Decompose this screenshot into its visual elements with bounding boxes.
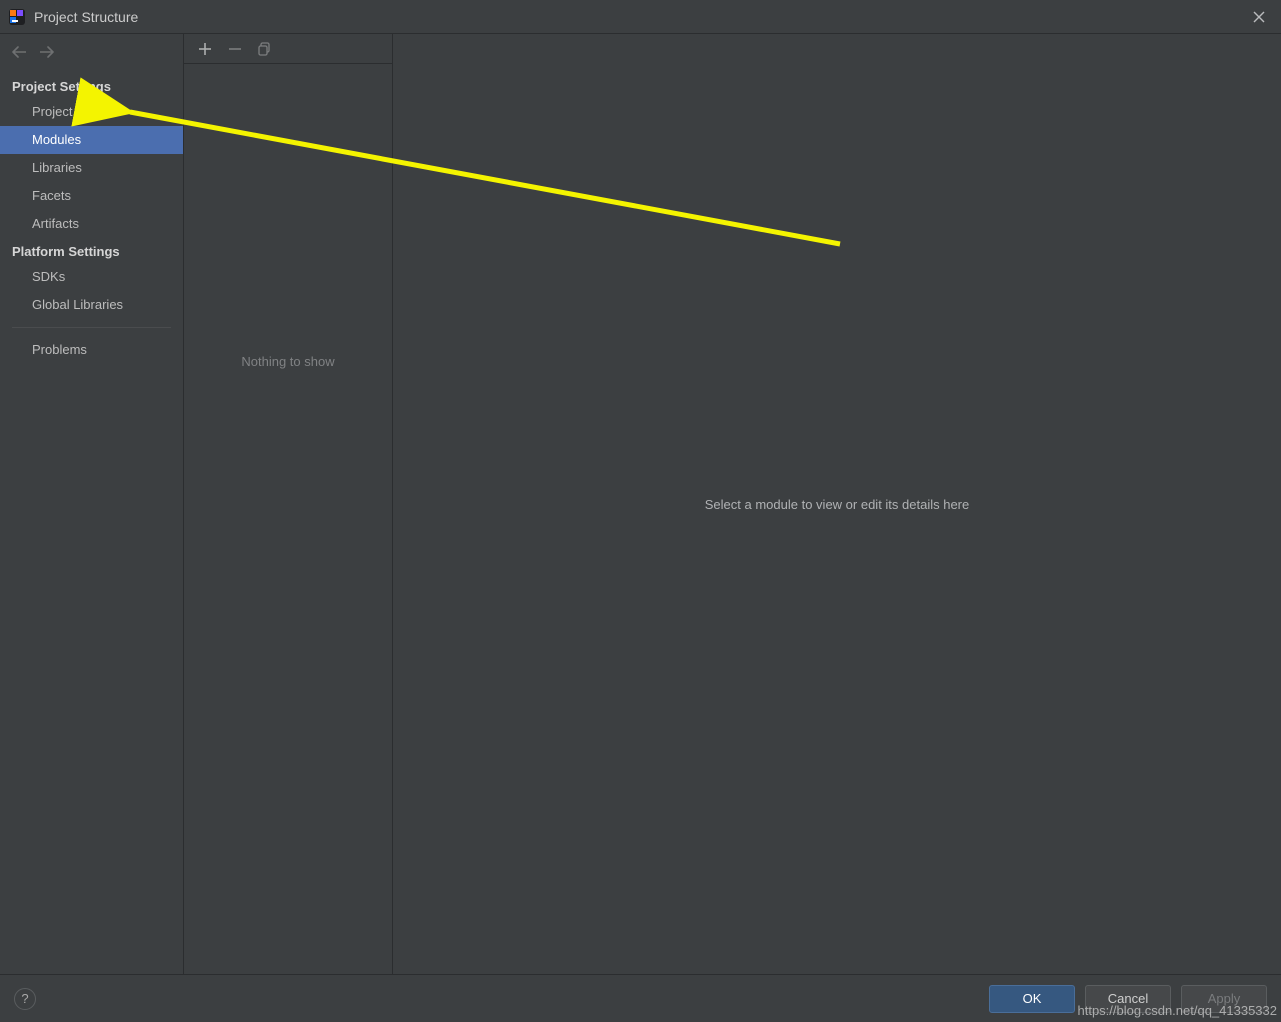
close-button[interactable]	[1245, 3, 1273, 31]
help-button[interactable]: ?	[14, 988, 36, 1010]
sidebar-item-project[interactable]: Project	[0, 98, 183, 126]
nav-arrows	[0, 40, 183, 73]
cancel-button[interactable]: Cancel	[1085, 985, 1171, 1013]
footer-buttons: OK Cancel Apply	[989, 985, 1267, 1013]
sidebar-divider	[12, 327, 171, 328]
main-area: Project Settings Project Modules Librari…	[0, 34, 1281, 974]
arrow-left-icon	[12, 46, 26, 58]
sidebar-item-problems[interactable]: Problems	[0, 336, 183, 364]
sidebar-item-modules[interactable]: Modules	[0, 126, 183, 154]
copy-module-button[interactable]	[258, 42, 272, 56]
module-list-panel: Nothing to show	[184, 34, 393, 974]
module-toolbar	[184, 34, 392, 64]
arrow-right-icon	[40, 46, 54, 58]
sidebar-item-global-libraries[interactable]: Global Libraries	[0, 291, 183, 319]
sidebar-item-facets[interactable]: Facets	[0, 182, 183, 210]
sidebar-item-sdks[interactable]: SDKs	[0, 263, 183, 291]
apply-button[interactable]: Apply	[1181, 985, 1267, 1013]
module-detail-hint: Select a module to view or edit its deta…	[705, 497, 969, 512]
sidebar-item-libraries[interactable]: Libraries	[0, 154, 183, 182]
sidebar-section-project-settings: Project Settings	[0, 73, 183, 98]
intellij-icon	[8, 8, 26, 26]
add-module-button[interactable]	[198, 42, 212, 56]
copy-icon	[258, 42, 272, 56]
sidebar: Project Settings Project Modules Librari…	[0, 34, 184, 974]
help-icon: ?	[21, 991, 28, 1006]
close-icon	[1252, 10, 1266, 24]
dialog-footer: ? OK Cancel Apply	[0, 974, 1281, 1022]
plus-icon	[198, 42, 212, 56]
minus-icon	[228, 42, 242, 56]
sidebar-section-platform-settings: Platform Settings	[0, 238, 183, 263]
forward-button[interactable]	[40, 46, 54, 61]
module-detail-panel: Select a module to view or edit its deta…	[393, 34, 1281, 974]
sidebar-item-artifacts[interactable]: Artifacts	[0, 210, 183, 238]
module-list-empty: Nothing to show	[184, 354, 392, 369]
window-title: Project Structure	[34, 9, 138, 25]
ok-button[interactable]: OK	[989, 985, 1075, 1013]
back-button[interactable]	[12, 46, 26, 61]
remove-module-button[interactable]	[228, 42, 242, 56]
titlebar: Project Structure	[0, 0, 1281, 34]
